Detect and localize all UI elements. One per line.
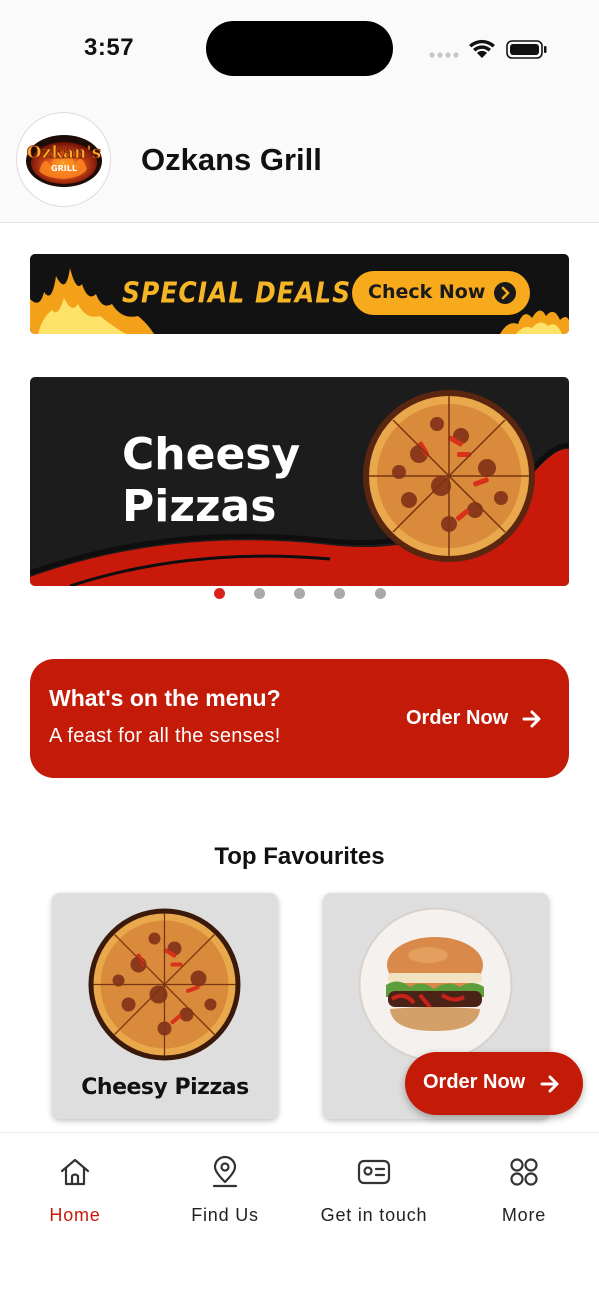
check-now-label: Check Now bbox=[368, 281, 486, 303]
battery-icon bbox=[506, 40, 547, 59]
dynamic-island bbox=[206, 21, 393, 76]
carousel-pagination bbox=[0, 588, 599, 600]
hero-title-line2: Pizzas bbox=[122, 481, 277, 532]
logo-emblem-icon: Ozkan's GRILL bbox=[26, 135, 102, 187]
menu-cta-subtitle: A feast for all the senses! bbox=[49, 725, 281, 747]
pizza-image bbox=[88, 908, 241, 1061]
arrow-circle-icon bbox=[494, 282, 516, 304]
nav-label-get-in-touch: Get in touch bbox=[320, 1205, 428, 1225]
nav-item-more[interactable]: More bbox=[449, 1133, 599, 1243]
menu-cta-title: What's on the menu? bbox=[49, 685, 281, 711]
arrow-right-icon bbox=[522, 710, 541, 728]
logo-wordmark: Ozkan's bbox=[27, 143, 101, 163]
pizza-image bbox=[363, 390, 535, 562]
carousel-dot[interactable] bbox=[214, 588, 225, 599]
app-title: Ozkans Grill bbox=[141, 142, 322, 177]
menu-order-now-link[interactable]: Order Now bbox=[406, 707, 508, 730]
nav-label-find-us: Find Us bbox=[191, 1205, 259, 1225]
nav-item-get-in-touch[interactable]: Get in touch bbox=[299, 1133, 449, 1243]
status-time: 3:57 bbox=[84, 34, 135, 61]
status-bar: 3:57 bbox=[0, 0, 599, 100]
arrow-right-icon bbox=[540, 1075, 559, 1093]
nav-label-home: Home bbox=[49, 1205, 101, 1225]
deals-headline: SPECIAL DEALS bbox=[122, 275, 352, 310]
carousel-dot[interactable] bbox=[375, 588, 386, 599]
carousel-dot[interactable] bbox=[294, 588, 305, 599]
menu-cta-card[interactable]: What's on the menu? A feast for all the … bbox=[30, 659, 569, 778]
nav-item-find-us[interactable]: Find Us bbox=[150, 1133, 300, 1243]
floating-order-now-button[interactable]: Order Now bbox=[405, 1052, 583, 1115]
app-header: Ozkan's GRILL Ozkans Grill bbox=[0, 100, 599, 223]
nav-item-home[interactable]: Home bbox=[0, 1133, 150, 1243]
status-icons bbox=[429, 39, 547, 59]
floating-order-now-label: Order Now bbox=[423, 1071, 526, 1093]
nav-label-more: More bbox=[501, 1205, 547, 1225]
carousel-dot[interactable] bbox=[254, 588, 265, 599]
home-icon bbox=[60, 1158, 90, 1186]
bottom-navigation: Home Find Us Get in touch More bbox=[0, 1132, 599, 1300]
burger-image bbox=[358, 907, 513, 1062]
hero-title-line1: Cheesy bbox=[122, 429, 301, 480]
favourites-heading: Top Favourites bbox=[214, 843, 385, 870]
check-now-button[interactable]: Check Now bbox=[352, 271, 530, 315]
cellular-signal-icon bbox=[429, 52, 459, 58]
carousel-dot[interactable] bbox=[334, 588, 345, 599]
grid-icon bbox=[510, 1158, 538, 1186]
logo-subtext: GRILL bbox=[51, 164, 77, 173]
hero-carousel-slide[interactable]: Cheesy Pizzas bbox=[30, 377, 569, 586]
brand-logo[interactable]: Ozkan's GRILL bbox=[16, 112, 111, 207]
favourite-card-pizza[interactable]: Cheesy Pizzas bbox=[52, 893, 278, 1119]
special-deals-banner[interactable]: SPECIAL DEALS Check Now bbox=[30, 254, 569, 334]
contact-card-icon bbox=[357, 1159, 391, 1185]
hero-title: Cheesy Pizzas bbox=[122, 429, 300, 533]
wifi-icon bbox=[469, 39, 495, 58]
location-pin-icon bbox=[212, 1155, 238, 1188]
favourite-label: Cheesy Pizzas bbox=[81, 1075, 249, 1100]
